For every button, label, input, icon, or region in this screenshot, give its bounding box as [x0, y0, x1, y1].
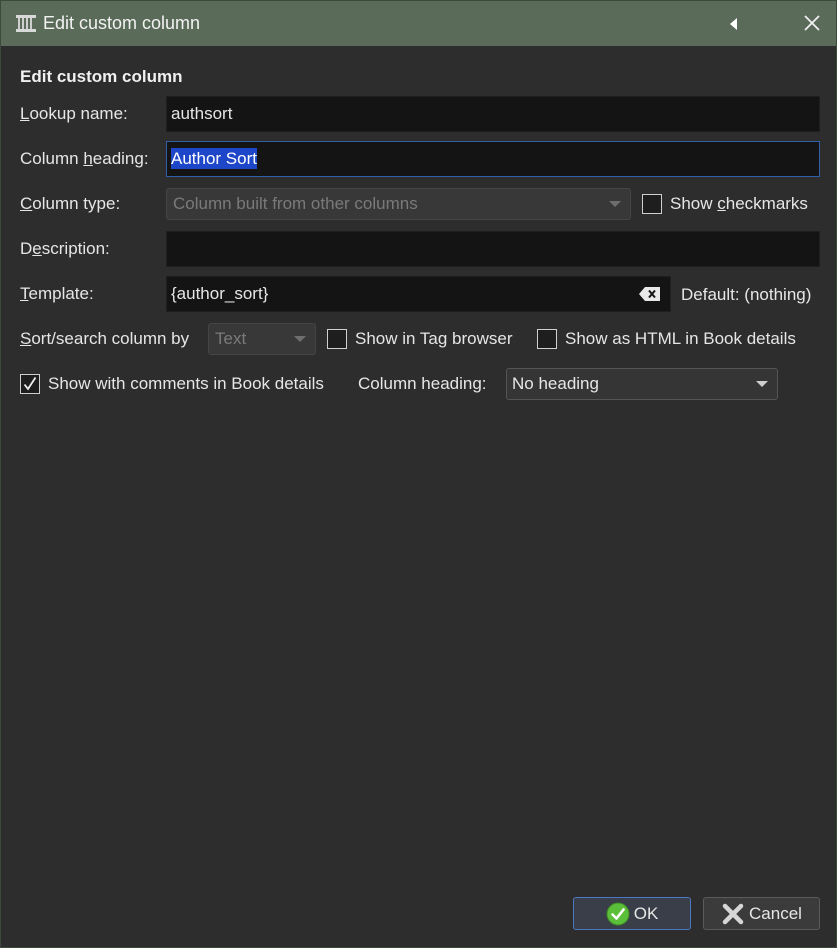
column-heading-input[interactable]: Author Sort: [166, 141, 820, 177]
description-label-pre: D: [20, 239, 33, 258]
lookup-name-label-text: ookup name:: [29, 104, 128, 123]
calibre-library-icon: [16, 15, 36, 32]
comments-heading-value: No heading: [512, 374, 599, 393]
ok-button[interactable]: OK: [573, 897, 691, 930]
show-html-checkbox[interactable]: [537, 329, 557, 349]
collapse-arrow-icon[interactable]: [725, 14, 743, 34]
title-bar: Edit custom column: [1, 1, 836, 46]
show-checkmarks-checkbox[interactable]: [642, 194, 662, 214]
description-mnemonic: e: [32, 239, 42, 258]
description-input[interactable]: [166, 231, 820, 267]
show-with-comments-checkbox[interactable]: [20, 374, 40, 394]
sort-search-value: Text: [215, 329, 247, 348]
column-heading-label-rest: eading:: [92, 149, 149, 168]
ok-button-label: OK: [633, 903, 659, 923]
chevron-down-icon: [756, 381, 768, 387]
template-label-text: emplate:: [28, 284, 94, 303]
description-label-rest: scription:: [41, 239, 110, 258]
checkmark-icon: [23, 377, 37, 391]
cancel-x-icon: [722, 903, 744, 924]
edit-custom-column-dialog: Edit custom column Edit custom column Lo…: [0, 0, 837, 948]
column-type-label: Column type:: [20, 194, 120, 214]
dialog-heading: Edit custom column: [20, 67, 183, 86]
window-title: Edit custom column: [43, 13, 201, 33]
sort-search-label-text: ort/search column by: [31, 329, 190, 348]
show-tag-browser-checkbox[interactable]: [327, 329, 347, 349]
cancel-button[interactable]: Cancel: [703, 897, 820, 930]
column-type-value: Column built from other columns: [173, 194, 418, 213]
close-icon[interactable]: [801, 12, 823, 34]
column-heading-value: Author Sort: [171, 148, 257, 169]
column-type-mnemonic: C: [20, 194, 33, 213]
column-heading-label: Column heading:: [20, 149, 149, 169]
chevron-down-icon: [609, 201, 621, 207]
column-heading-mnemonic: h: [83, 149, 93, 168]
template-input[interactable]: {author_sort}: [166, 276, 671, 312]
show-checkmarks-label[interactable]: Show checkmarks: [670, 194, 808, 214]
column-type-select[interactable]: Column built from other columns: [166, 188, 631, 220]
show-with-comments-label[interactable]: Show with comments in Book details: [48, 374, 324, 394]
sort-search-label: Sort/search column by: [20, 329, 189, 349]
show-html-label[interactable]: Show as HTML in Book details: [565, 329, 796, 349]
comments-heading-label: Column heading:: [358, 374, 487, 393]
sort-search-mnemonic: S: [20, 329, 32, 348]
column-heading-label-pre: Column: [20, 149, 84, 168]
description-label: Description:: [20, 239, 110, 259]
template-label: Template:: [20, 284, 94, 304]
template-mnemonic: T: [20, 284, 29, 303]
lookup-name-label: Lookup name:: [20, 104, 128, 124]
template-default-text: Default: (nothing): [681, 285, 812, 304]
sort-search-select[interactable]: Text: [208, 323, 316, 355]
chevron-down-icon: [294, 336, 306, 342]
column-type-label-text: olumn type:: [32, 194, 121, 213]
show-tag-browser-label[interactable]: Show in Tag browser: [355, 329, 513, 349]
show-checkmarks-rest: heckmarks: [725, 194, 808, 213]
comments-heading-select[interactable]: No heading: [506, 368, 778, 400]
show-checkmarks-mnemonic: c: [717, 194, 726, 213]
ok-check-icon: [606, 902, 630, 925]
show-checkmarks-pre: Show: [670, 194, 718, 213]
clear-input-icon[interactable]: [639, 286, 661, 302]
lookup-name-input[interactable]: authsort: [166, 96, 820, 132]
cancel-button-label: Cancel: [749, 903, 802, 923]
